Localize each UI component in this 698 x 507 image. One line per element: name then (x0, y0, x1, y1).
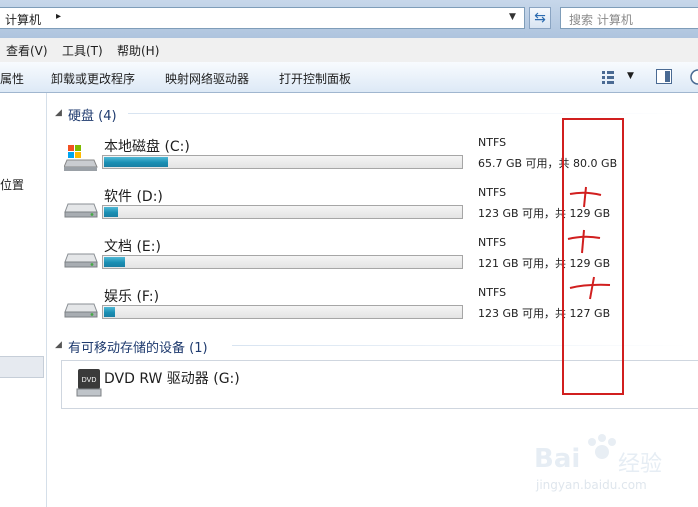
view-dropdown-icon[interactable]: ▼ (627, 71, 634, 81)
dvd-icon-text: DVD (82, 377, 97, 384)
usage-bar (102, 255, 463, 269)
drive-c[interactable]: 本地磁盘 (C:) NTFS 65.7 GB 可用，共 80.0 GB (62, 136, 622, 182)
drive-name: 本地磁盘 (C:) (104, 139, 190, 155)
handwritten-marks (567, 186, 611, 300)
help-icon[interactable] (690, 69, 698, 85)
open-control-panel-button[interactable]: 打开控制面板 (279, 70, 351, 87)
hard-drive-icon (64, 203, 98, 218)
nav-selected-item[interactable] (0, 356, 44, 378)
menu-tools[interactable]: 工具(T) (62, 42, 103, 59)
drive-e[interactable]: 文档 (E:) NTFS 121 GB 可用，共 129 GB (62, 236, 622, 282)
usage-bar-fill (104, 257, 125, 267)
address-bar-area: 计算机 ▸ ▼ ⇆ 搜索 计算机 (0, 0, 698, 38)
file-system: NTFS (478, 236, 507, 249)
group-header-removable[interactable]: 有可移动存储的设备 (1) (68, 337, 208, 356)
drive-name: 娱乐 (F:) (104, 289, 160, 305)
windows-drive-icon (64, 145, 98, 171)
nav-item-location[interactable]: 位置 (0, 176, 24, 193)
uninstall-button[interactable]: 卸载或更改程序 (51, 70, 135, 87)
menu-view[interactable]: 查看(V) (6, 42, 48, 59)
file-system: NTFS (478, 136, 507, 149)
dvd-drive-icon: DVD (76, 369, 102, 397)
baidu-watermark: Bai 经验 jingyan.baidu.com (532, 430, 692, 500)
usage-bar (102, 205, 463, 219)
file-system: NTFS (478, 286, 507, 299)
usage-bar (102, 155, 463, 169)
properties-button[interactable]: 属性 (0, 70, 24, 87)
menu-bar: 查看(V) 工具(T) 帮助(H) (0, 38, 698, 63)
drive-name: 软件 (D:) (104, 189, 163, 205)
hard-drive-icon (64, 253, 98, 268)
drive-name: DVD RW 驱动器 (G:) (104, 371, 240, 387)
map-network-drive-button[interactable]: 映射网络驱动器 (165, 70, 249, 87)
drive-name: 文档 (E:) (104, 239, 161, 255)
file-system: NTFS (478, 186, 507, 199)
watermark-brand: Bai (534, 444, 581, 474)
refresh-icon[interactable]: ⇆ (529, 7, 551, 29)
command-bar: 属性 卸载或更改程序 映射网络驱动器 打开控制面板 ▼ (0, 62, 698, 93)
address-box[interactable]: 计算机 ▸ ▼ (0, 7, 525, 29)
view-options-icon[interactable] (601, 70, 615, 84)
drive-f[interactable]: 娱乐 (F:) NTFS 123 GB 可用，共 127 GB (62, 286, 622, 332)
menu-help[interactable]: 帮助(H) (117, 42, 159, 59)
collapse-icon[interactable]: ◢ (55, 340, 62, 350)
drive-d[interactable]: 软件 (D:) NTFS 123 GB 可用，共 129 GB (62, 186, 622, 232)
group-divider (128, 113, 688, 114)
paw-logo-icon (588, 434, 616, 459)
address-path[interactable]: 计算机 (5, 11, 41, 28)
usage-bar (102, 305, 463, 319)
usage-bar-fill (104, 207, 118, 217)
address-dropdown-icon[interactable]: ▼ (509, 12, 516, 22)
preview-pane-icon[interactable] (656, 69, 672, 84)
navigation-pane (0, 93, 47, 507)
search-input[interactable]: 搜索 计算机 (560, 7, 698, 29)
group-header-hard-disks[interactable]: 硬盘 (4) (68, 105, 117, 124)
watermark-brand2: 经验 (618, 452, 663, 477)
collapse-icon[interactable]: ◢ (55, 108, 62, 118)
usage-bar-fill (104, 307, 115, 317)
usage-bar-fill (104, 157, 168, 167)
breadcrumb-chevron-icon[interactable]: ▸ (56, 11, 61, 22)
hard-drive-icon (64, 303, 98, 318)
watermark-url: jingyan.baidu.com (536, 478, 647, 492)
